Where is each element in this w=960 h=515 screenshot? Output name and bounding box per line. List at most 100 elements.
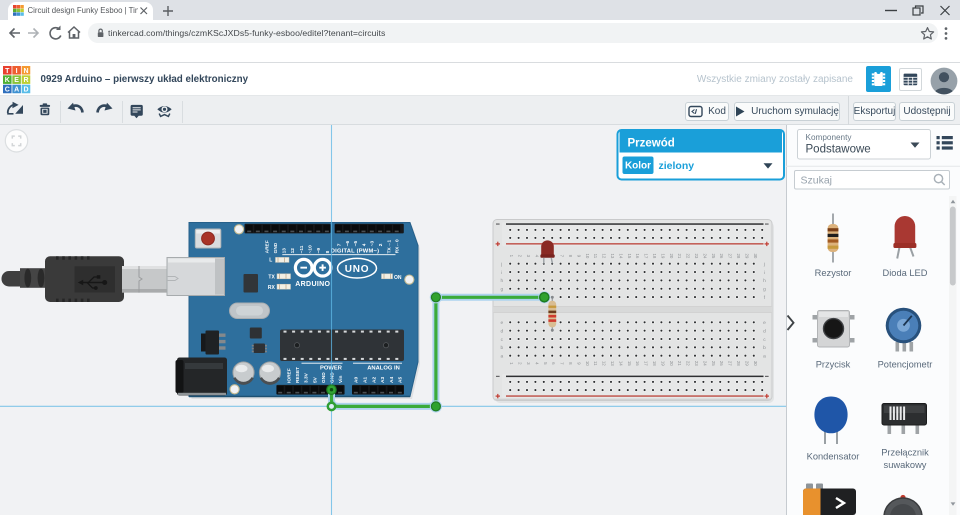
svg-text:R: R [23, 77, 28, 84]
svg-text:b: b [763, 345, 766, 351]
svg-text:N: N [23, 67, 28, 74]
svg-text:GND: GND [273, 242, 279, 253]
svg-text:A: A [14, 86, 19, 93]
svg-text:17: 17 [644, 253, 649, 258]
svg-text:27: 27 [728, 253, 733, 258]
svg-text:T: T [5, 67, 10, 74]
svg-text:g: g [763, 288, 766, 293]
svg-text:3.3V: 3.3V [304, 372, 310, 383]
svg-text:a: a [500, 355, 503, 360]
svg-text:13: 13 [282, 248, 288, 254]
svg-text:24: 24 [702, 361, 707, 366]
svg-text:e: e [763, 321, 766, 326]
svg-text:Przycisk: Przycisk [816, 360, 851, 370]
svg-text:IOREF: IOREF [287, 368, 293, 383]
svg-text:A0: A0 [354, 377, 360, 383]
svg-text:j: j [763, 262, 765, 268]
svg-text:17: 17 [644, 361, 649, 366]
svg-text:25: 25 [711, 361, 716, 366]
svg-text:23: 23 [694, 253, 699, 258]
svg-text:11: 11 [593, 361, 598, 366]
svg-text:Komponenty: Komponenty [806, 133, 853, 142]
svg-text:A5: A5 [398, 377, 404, 383]
svg-text:13: 13 [610, 361, 615, 366]
svg-text:ARDUINO: ARDUINO [295, 281, 330, 288]
svg-text:24: 24 [702, 253, 707, 258]
svg-text:UNO: UNO [345, 264, 370, 275]
svg-text:Kondensator: Kondensator [807, 452, 860, 462]
svg-text:A3: A3 [380, 377, 386, 383]
svg-text:e: e [500, 321, 503, 326]
svg-text:2: 2 [378, 243, 384, 246]
svg-text:Dioda LED: Dioda LED [883, 268, 928, 278]
svg-text:i: i [501, 270, 502, 276]
svg-text:A2: A2 [371, 377, 377, 383]
svg-text:h: h [500, 278, 503, 284]
svg-text:21: 21 [677, 253, 682, 258]
svg-text:zielony: zielony [659, 160, 695, 172]
svg-text:E: E [14, 77, 19, 84]
svg-text:20: 20 [669, 253, 674, 258]
svg-text:26: 26 [719, 361, 724, 366]
svg-text:b: b [500, 345, 503, 351]
svg-text:g: g [500, 288, 503, 293]
svg-text:Potencjometr: Potencjometr [878, 360, 933, 370]
svg-text:4: 4 [361, 243, 367, 246]
svg-text:30: 30 [753, 361, 758, 366]
svg-text:14: 14 [618, 361, 623, 366]
svg-text:~9: ~9 [316, 248, 322, 254]
svg-text:j: j [500, 262, 502, 268]
svg-text:29: 29 [744, 361, 749, 366]
svg-text:Vin: Vin [338, 376, 344, 383]
svg-text:20: 20 [669, 361, 674, 366]
svg-text:26: 26 [719, 253, 724, 258]
svg-text:18: 18 [652, 361, 657, 366]
svg-text:10: 10 [585, 361, 590, 366]
svg-text:28: 28 [736, 361, 741, 366]
svg-text:L: L [269, 258, 272, 264]
svg-text:d: d [500, 328, 503, 334]
svg-text:A4: A4 [389, 377, 395, 383]
svg-text:Szukaj: Szukaj [801, 175, 833, 187]
svg-text:Przełącznik: Przełącznik [881, 448, 929, 458]
svg-text:RX←0: RX←0 [395, 239, 401, 253]
svg-text:27: 27 [728, 361, 733, 366]
svg-text:~3: ~3 [370, 240, 376, 246]
svg-text:Podstawowe: Podstawowe [806, 144, 871, 156]
svg-text:14: 14 [618, 253, 623, 258]
svg-text:~10: ~10 [308, 245, 314, 253]
svg-text:16: 16 [635, 253, 640, 258]
svg-text:TX: TX [268, 275, 275, 281]
svg-text:28: 28 [736, 253, 741, 258]
svg-text:18: 18 [652, 253, 657, 258]
svg-text:7: 7 [337, 243, 343, 246]
svg-text:I: I [15, 67, 17, 74]
svg-text:19: 19 [660, 361, 665, 366]
svg-text:Rezystor: Rezystor [815, 268, 852, 278]
svg-text:15: 15 [627, 361, 632, 366]
svg-text:GND: GND [329, 372, 335, 383]
svg-text:~5: ~5 [353, 240, 359, 246]
svg-text:Kolor: Kolor [625, 161, 651, 172]
svg-text:15: 15 [627, 253, 632, 258]
svg-text:TX→1: TX→1 [386, 239, 392, 253]
svg-text:Przewód: Przewód [628, 138, 675, 150]
svg-text:h: h [763, 278, 766, 284]
svg-text:21: 21 [677, 361, 682, 366]
svg-text:D: D [23, 86, 28, 93]
svg-text:30: 30 [753, 253, 758, 258]
svg-text:12: 12 [602, 361, 607, 366]
svg-text:suwakowy: suwakowy [884, 460, 927, 470]
svg-text:~6: ~6 [345, 240, 351, 246]
svg-text:a: a [763, 355, 766, 360]
svg-text:25: 25 [711, 253, 716, 258]
svg-text:11: 11 [593, 254, 598, 259]
svg-text:16: 16 [635, 361, 640, 366]
svg-text:22: 22 [686, 361, 691, 366]
svg-text:d: d [763, 328, 766, 334]
svg-text:5V: 5V [312, 376, 318, 383]
svg-text:29: 29 [744, 253, 749, 258]
svg-text:13: 13 [610, 253, 615, 258]
svg-text:K: K [4, 77, 9, 84]
svg-text:AREF: AREF [264, 240, 270, 253]
